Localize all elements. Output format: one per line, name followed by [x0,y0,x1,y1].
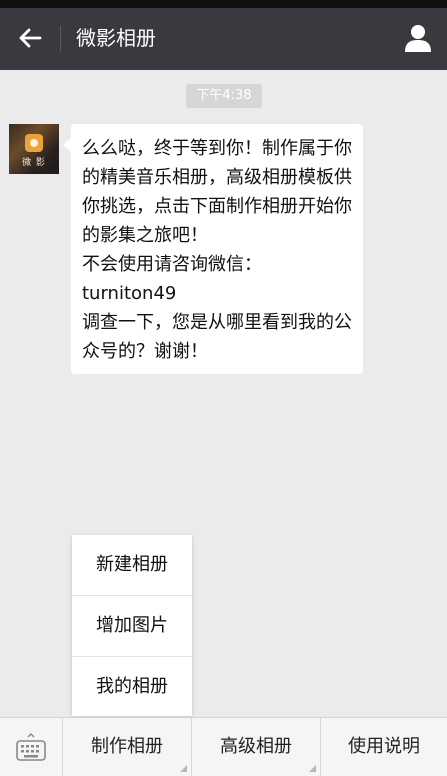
submenu-popup: 新建相册 增加图片 我的相册 [72,535,192,716]
header-divider [60,26,61,52]
avatar-label: 微 影 [22,158,46,168]
submenu-indicator-icon [309,765,316,772]
menu-instructions-label: 使用说明 [348,736,420,757]
page-title: 微影相册 [76,26,156,50]
avatar[interactable]: 微 影 [9,124,59,174]
submenu-indicator-icon [180,765,187,772]
menu-item-my-albums[interactable]: 我的相册 [72,657,192,717]
status-bar [0,0,447,8]
menu-make-album-label: 制作相册 [91,736,163,757]
menu-instructions[interactable]: 使用说明 [321,718,447,776]
bottom-menu-bar: 制作相册 高级相册 使用说明 [0,717,447,776]
keyboard-toggle-button[interactable] [0,718,62,776]
menu-make-album[interactable]: 制作相册 [63,718,191,776]
keyboard-icon [16,733,46,761]
menu-advanced-album-label: 高级相册 [220,736,292,757]
menu-item-new-album[interactable]: 新建相册 [72,535,192,596]
message-bubble[interactable]: 么么哒，终于等到你！制作属于你的精美音乐相册，高级相册模板供你挑选，点击下面制作… [63,124,363,374]
header-bar: 微影相册 [0,8,447,70]
menu-advanced-album[interactable]: 高级相册 [192,718,320,776]
app-logo-icon [25,134,43,152]
arrow-left-icon[interactable] [16,24,44,52]
menu-item-add-pictures[interactable]: 增加图片 [72,596,192,657]
person-icon[interactable] [403,23,433,53]
message-text: 么么哒，终于等到你！制作属于你的精美音乐相册，高级相册模板供你挑选，点击下面制作… [82,138,352,362]
timestamp-badge: 下午4:38 [186,84,262,108]
